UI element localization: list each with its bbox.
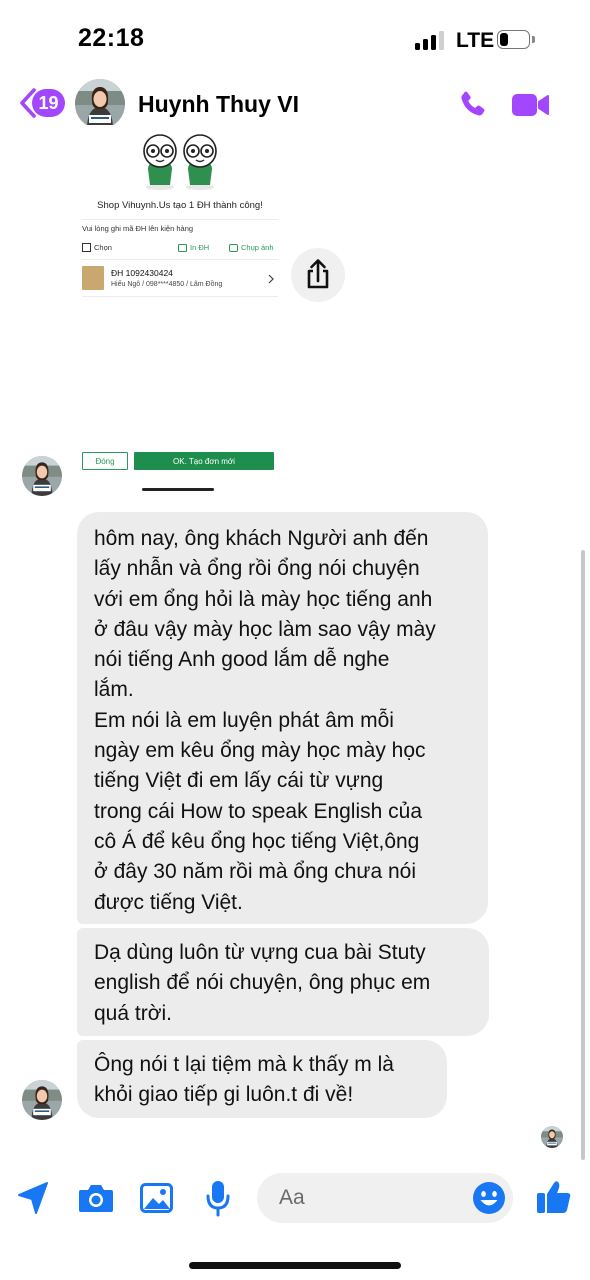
battery-icon xyxy=(497,30,535,49)
location-arrow-icon[interactable] xyxy=(16,1180,50,1216)
camera-icon xyxy=(229,243,238,252)
take-photo: Chụp ảnh xyxy=(229,243,274,252)
share-icon xyxy=(307,259,329,289)
thumbs-up-icon[interactable] xyxy=(535,1178,573,1216)
sender-avatar[interactable] xyxy=(22,456,62,496)
network-type: LTE xyxy=(456,29,495,52)
microphone-icon[interactable] xyxy=(205,1179,231,1217)
print-order: In ĐH xyxy=(178,243,209,252)
status-time: 22:18 xyxy=(78,24,145,52)
camera-icon[interactable] xyxy=(77,1182,115,1214)
read-receipt-avatar xyxy=(541,1126,563,1148)
message-text: Ông nói t lại tiệm mà k thấy m là khỏi g… xyxy=(94,1053,394,1107)
shared-order-screenshot[interactable]: Shop Vihuynh.Us tạo 1 ĐH thành công! Vui… xyxy=(80,125,280,307)
phone-icon[interactable] xyxy=(456,89,488,121)
emoji-icon[interactable] xyxy=(472,1181,506,1215)
message-input-placeholder: Aa xyxy=(279,1186,305,1209)
product-thumbnail xyxy=(82,266,104,290)
message-bubble[interactable]: hôm nay, ông khách Người anh đến lấy nhẫ… xyxy=(77,512,488,924)
contact-avatar[interactable] xyxy=(75,79,125,129)
order-detail: Hiếu Ngô / 098****4850 / Lâm Đồng xyxy=(111,281,223,288)
video-camera-icon[interactable] xyxy=(510,90,550,120)
close-button: Đóng xyxy=(82,452,128,470)
share-button[interactable] xyxy=(291,248,345,302)
gallery-icon[interactable] xyxy=(140,1183,173,1213)
cellular-signal-icon xyxy=(415,30,447,50)
select-checkbox: Chọn xyxy=(82,243,112,252)
home-indicator xyxy=(189,1262,401,1269)
create-new-order-button: OK. Tạo đơn mới xyxy=(134,452,274,470)
message-text: hôm nay, ông khách Người anh đến lấy nhẫ… xyxy=(94,527,436,914)
order-code: ĐH 1092430424 xyxy=(111,268,173,278)
contact-name[interactable]: Huynh Thuy VI xyxy=(138,91,299,118)
message-bubble[interactable]: Dạ dùng luôn từ vựng cua bài Stuty engli… xyxy=(77,928,489,1036)
unread-count-badge[interactable]: 19 xyxy=(32,89,65,117)
screenshot-home-indicator xyxy=(142,488,214,491)
message-text: Dạ dùng luôn từ vựng cua bài Stuty engli… xyxy=(94,941,431,1025)
scrollbar[interactable] xyxy=(581,550,585,1160)
message-bubble[interactable]: Ông nói t lại tiệm mà k thấy m là khỏi g… xyxy=(77,1040,447,1118)
sticker-icon xyxy=(143,134,217,190)
printer-icon xyxy=(178,243,187,252)
order-instruction: Vui lòng ghi mã ĐH lên kiện hàng xyxy=(82,224,194,233)
order-success-title: Shop Vihuynh.Us tạo 1 ĐH thành công! xyxy=(97,200,263,211)
sender-avatar[interactable] xyxy=(22,1080,62,1120)
chevron-right-icon xyxy=(268,274,274,284)
